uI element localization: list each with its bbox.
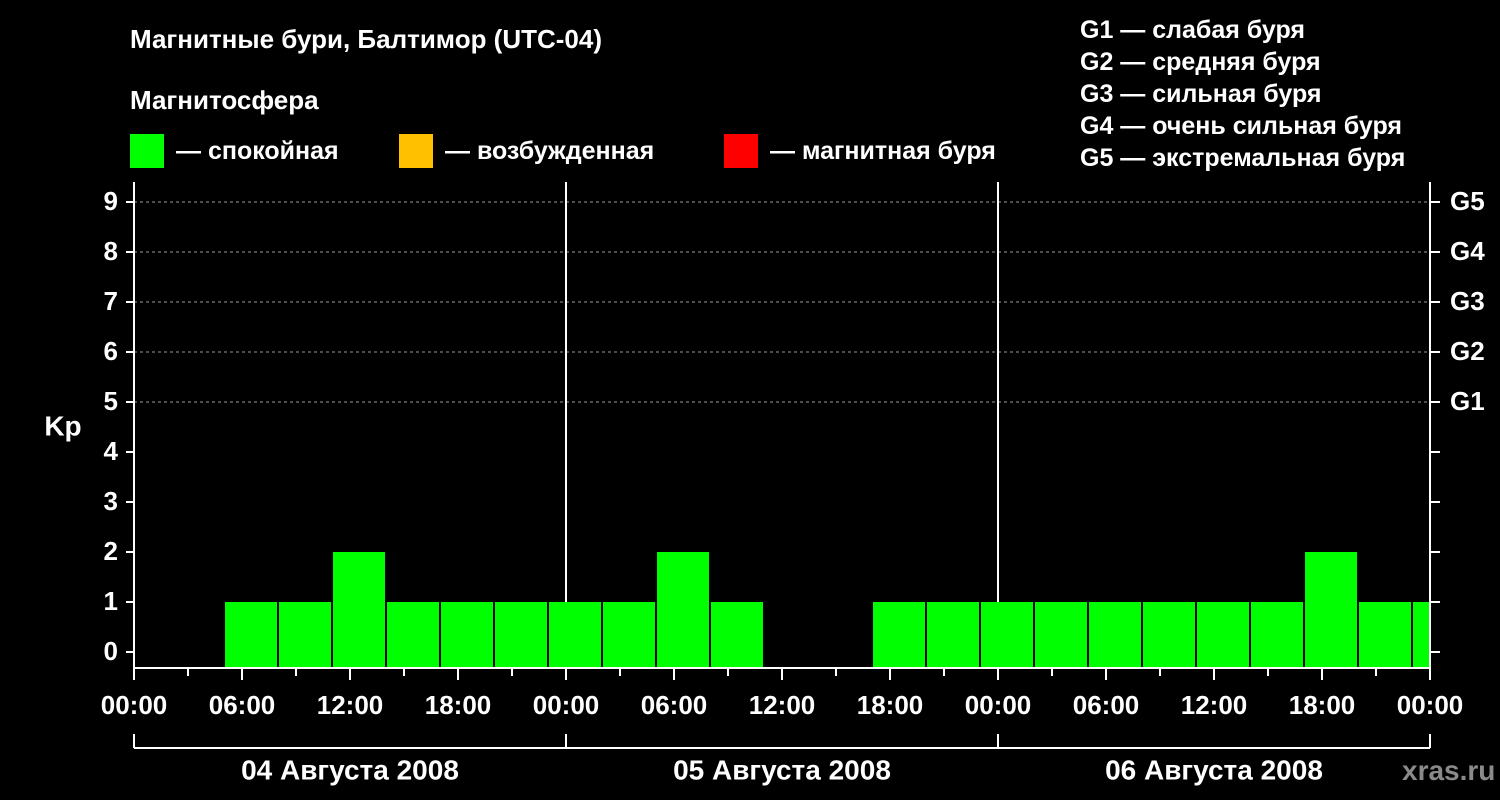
kp-bar bbox=[927, 602, 979, 668]
y-tick-label: 1 bbox=[104, 586, 118, 616]
g-level-label: G5 bbox=[1450, 186, 1485, 216]
y-tick-label: 6 bbox=[104, 336, 118, 366]
kp-chart: 0 1 2 3 4 5 6 7 8 9 Kp G1 G2 G3 G4 G5 00:00 06:00 12:00 18:… bbox=[44, 182, 1485, 785]
x-tick-label: 12:00 bbox=[317, 690, 384, 720]
y-tick-label: 9 bbox=[104, 186, 118, 216]
kp-bar bbox=[1305, 552, 1357, 668]
kp-bar bbox=[225, 602, 277, 668]
kp-bar bbox=[1251, 602, 1303, 668]
kp-bar bbox=[657, 552, 709, 668]
g-level-label: G3 bbox=[1450, 286, 1485, 316]
y-tick-label: 7 bbox=[104, 286, 118, 316]
y-tick-label: 3 bbox=[104, 486, 118, 516]
x-tick-label: 18:00 bbox=[857, 690, 924, 720]
x-tick-label: 06:00 bbox=[209, 690, 276, 720]
x-tick-label: 12:00 bbox=[749, 690, 816, 720]
y-tick-label: 5 bbox=[104, 386, 118, 416]
x-tick-label: 06:00 bbox=[641, 690, 708, 720]
g-level-label: G2 bbox=[1450, 336, 1485, 366]
kp-bar bbox=[1413, 602, 1429, 668]
kp-bar bbox=[981, 602, 1033, 668]
g-level-label: G1 bbox=[1450, 386, 1485, 416]
x-tick-label: 12:00 bbox=[1181, 690, 1248, 720]
x-tick-label: 18:00 bbox=[425, 690, 492, 720]
y-tick-label: 2 bbox=[104, 536, 118, 566]
kp-bar bbox=[387, 602, 439, 668]
kp-bar bbox=[711, 602, 763, 668]
x-tick-label: 18:00 bbox=[1289, 690, 1356, 720]
kp-bar bbox=[1197, 602, 1249, 668]
kp-bar bbox=[603, 602, 655, 668]
day-label: 05 Августа 2008 bbox=[673, 754, 891, 785]
x-tick-label: 06:00 bbox=[1073, 690, 1140, 720]
kp-bar bbox=[873, 602, 925, 668]
g-level-label: G4 bbox=[1450, 236, 1485, 266]
kp-bar bbox=[333, 552, 385, 668]
kp-bar bbox=[1359, 602, 1411, 668]
y-tick-label: 4 bbox=[104, 436, 119, 466]
kp-bar bbox=[1089, 602, 1141, 668]
y-tick-label: 0 bbox=[104, 636, 118, 666]
y-tick-label: 8 bbox=[104, 236, 118, 266]
kp-bar bbox=[1143, 602, 1195, 668]
x-tick-label: 00:00 bbox=[1397, 690, 1464, 720]
kp-bar bbox=[441, 602, 493, 668]
kp-bar bbox=[279, 602, 331, 668]
kp-bar bbox=[495, 602, 547, 668]
kp-bar bbox=[1035, 602, 1087, 668]
day-label: 06 Августа 2008 bbox=[1105, 754, 1323, 785]
y-axis-label: Kp bbox=[44, 410, 81, 441]
x-tick-label: 00:00 bbox=[101, 690, 168, 720]
day-label: 04 Августа 2008 bbox=[241, 754, 459, 785]
x-tick-label: 00:00 bbox=[965, 690, 1032, 720]
watermark: xras.ru bbox=[1402, 755, 1496, 786]
kp-bar bbox=[549, 602, 601, 668]
x-tick-label: 00:00 bbox=[533, 690, 600, 720]
